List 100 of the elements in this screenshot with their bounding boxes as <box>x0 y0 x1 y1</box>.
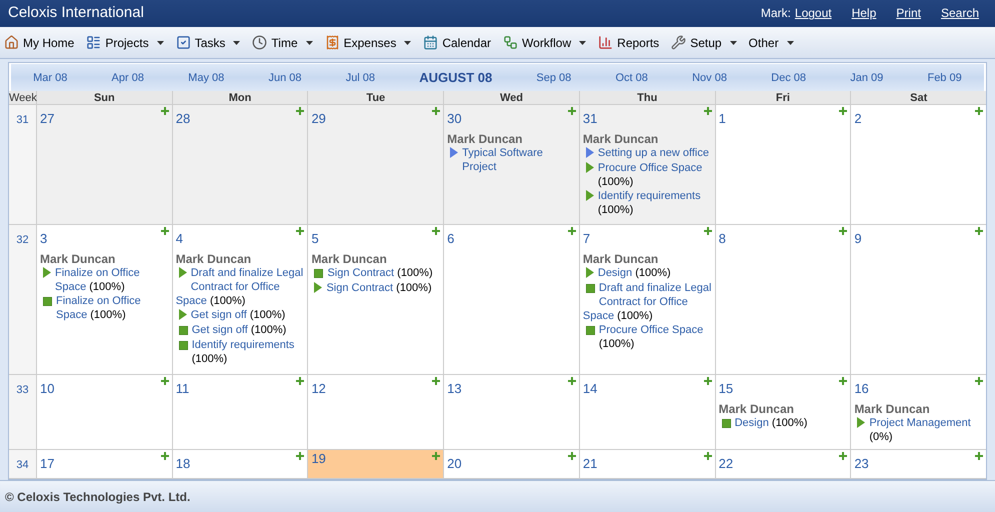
day-number[interactable]: 5 <box>311 229 319 249</box>
task-entry[interactable]: Draft and finalize Legal Contract for Office Space (100%) <box>582 280 712 323</box>
day-number[interactable]: 9 <box>854 229 862 249</box>
add-icon[interactable] <box>568 452 576 460</box>
month-link[interactable]: Apr 08 <box>112 70 144 86</box>
add-icon[interactable] <box>432 227 440 236</box>
add-icon[interactable] <box>975 107 984 116</box>
month-link[interactable]: AUGUST 08 <box>419 68 492 88</box>
add-icon[interactable] <box>704 107 712 116</box>
month-link[interactable]: Jun 08 <box>268 70 302 86</box>
toolbar-menu[interactable]: Reports <box>598 34 660 52</box>
day-number[interactable]: 13 <box>447 379 462 399</box>
month-link[interactable]: Jul 08 <box>346 70 376 86</box>
day-number[interactable]: 15 <box>718 379 734 399</box>
month-link[interactable]: Sep 08 <box>536 70 572 86</box>
add-icon[interactable] <box>704 452 712 460</box>
day-number[interactable]: 17 <box>40 454 54 474</box>
add-icon[interactable] <box>296 227 304 236</box>
task-entry[interactable]: Identify requirements (100%) <box>176 338 304 366</box>
add-icon[interactable] <box>160 452 169 460</box>
day-number[interactable]: 29 <box>311 109 326 129</box>
task-entry[interactable]: Procure Office Space (100%) <box>582 160 712 189</box>
task-entry[interactable]: Finalize on Office Space (100%) <box>40 294 169 322</box>
add-icon[interactable] <box>432 377 440 386</box>
task-entry[interactable]: Procure Office Space (100%) <box>582 322 712 351</box>
add-icon[interactable] <box>296 452 304 460</box>
add-icon[interactable] <box>839 452 848 460</box>
task-entry[interactable]: Sign Contract (100%) <box>311 280 440 295</box>
month-link[interactable]: Mar 08 <box>33 70 68 86</box>
add-icon[interactable] <box>975 452 984 460</box>
add-icon[interactable] <box>568 107 576 116</box>
toolbar-menu[interactable]: Tasks <box>176 34 240 52</box>
add-icon[interactable] <box>432 452 440 460</box>
add-icon[interactable] <box>975 377 984 386</box>
day-number[interactable]: 16 <box>854 379 869 399</box>
month-link[interactable]: May 08 <box>188 70 224 86</box>
toolbar-menu[interactable]: My Home <box>4 34 74 52</box>
header-link[interactable]: Print <box>896 4 921 22</box>
add-icon[interactable] <box>568 377 576 386</box>
task-entry[interactable]: Project Management (0%) <box>854 416 984 444</box>
month-link[interactable]: Feb 09 <box>927 70 962 86</box>
add-icon[interactable] <box>160 107 169 116</box>
add-icon[interactable] <box>296 107 304 116</box>
app-title: Celoxis International <box>8 3 144 24</box>
add-icon[interactable] <box>704 227 712 236</box>
day-number[interactable]: 11 <box>176 379 190 399</box>
add-icon[interactable] <box>704 377 712 386</box>
day-number[interactable]: 2 <box>854 109 862 129</box>
logout-link[interactable]: Logout <box>794 4 832 22</box>
add-icon[interactable] <box>839 227 848 236</box>
task-entry[interactable]: Typical Software Project <box>447 146 576 174</box>
add-icon[interactable] <box>839 377 848 386</box>
toolbar-menu[interactable]: Calendar <box>423 34 492 52</box>
day-number[interactable]: 4 <box>176 229 183 249</box>
task-entry[interactable]: Finalize on Office Space (100%) <box>40 266 169 294</box>
task-entry[interactable]: Setting up a new office <box>582 146 712 160</box>
day-number[interactable]: 28 <box>176 109 190 129</box>
day-number[interactable]: 3 <box>40 229 48 249</box>
add-icon[interactable] <box>975 227 984 236</box>
add-icon[interactable] <box>432 107 440 116</box>
month-link[interactable]: Jan 09 <box>850 70 884 86</box>
task-entry[interactable]: Identify requirements (100%) <box>582 188 712 217</box>
task-entry[interactable]: Design (100%) <box>718 416 848 430</box>
toolbar-menu[interactable]: Expenses <box>324 34 412 52</box>
header-link[interactable]: Search <box>940 4 979 22</box>
toolbar-menu[interactable]: Other <box>748 34 794 52</box>
day-number[interactable]: 30 <box>447 109 462 129</box>
header-link[interactable]: Help <box>852 4 876 22</box>
day-number[interactable]: 18 <box>176 454 190 474</box>
day-number[interactable]: 27 <box>40 109 54 129</box>
day-number[interactable]: 31 <box>582 109 598 129</box>
day-number[interactable]: 14 <box>582 379 598 399</box>
day-number[interactable]: 8 <box>718 229 726 249</box>
add-icon[interactable] <box>160 227 169 236</box>
task-entry[interactable]: Draft and finalize Legal Contract for Office Space (100%) <box>176 266 304 308</box>
task-entry[interactable]: Get sign off (100%) <box>176 308 304 322</box>
add-icon[interactable] <box>160 377 169 386</box>
day-number[interactable]: 10 <box>40 379 54 399</box>
day-number[interactable]: 7 <box>582 229 590 249</box>
toolbar-menu[interactable]: Projects <box>86 34 164 52</box>
add-icon[interactable] <box>839 107 848 116</box>
day-number[interactable]: 20 <box>447 454 462 474</box>
day-number[interactable]: 6 <box>447 229 454 249</box>
task-entry[interactable]: Sign Contract (100%) <box>311 266 440 280</box>
toolbar-menu[interactable]: Workflow <box>503 34 586 52</box>
task-entry[interactable]: Design (100%) <box>582 266 712 280</box>
day-number[interactable]: 21 <box>582 454 598 474</box>
day-number[interactable]: 23 <box>854 454 869 474</box>
toolbar-menu[interactable]: Setup <box>671 34 737 52</box>
month-link[interactable]: Oct 08 <box>616 70 648 86</box>
toolbar-menu[interactable]: Time <box>252 34 313 52</box>
day-number[interactable]: 19 <box>311 449 326 469</box>
day-number[interactable]: 1 <box>718 109 726 129</box>
task-entry[interactable]: Get sign off (100%) <box>176 322 304 337</box>
add-icon[interactable] <box>296 377 304 386</box>
add-icon[interactable] <box>568 227 576 236</box>
day-number[interactable]: 12 <box>311 379 326 399</box>
day-number[interactable]: 22 <box>718 454 734 474</box>
month-link[interactable]: Nov 08 <box>692 70 727 86</box>
month-link[interactable]: Dec 08 <box>771 70 806 86</box>
